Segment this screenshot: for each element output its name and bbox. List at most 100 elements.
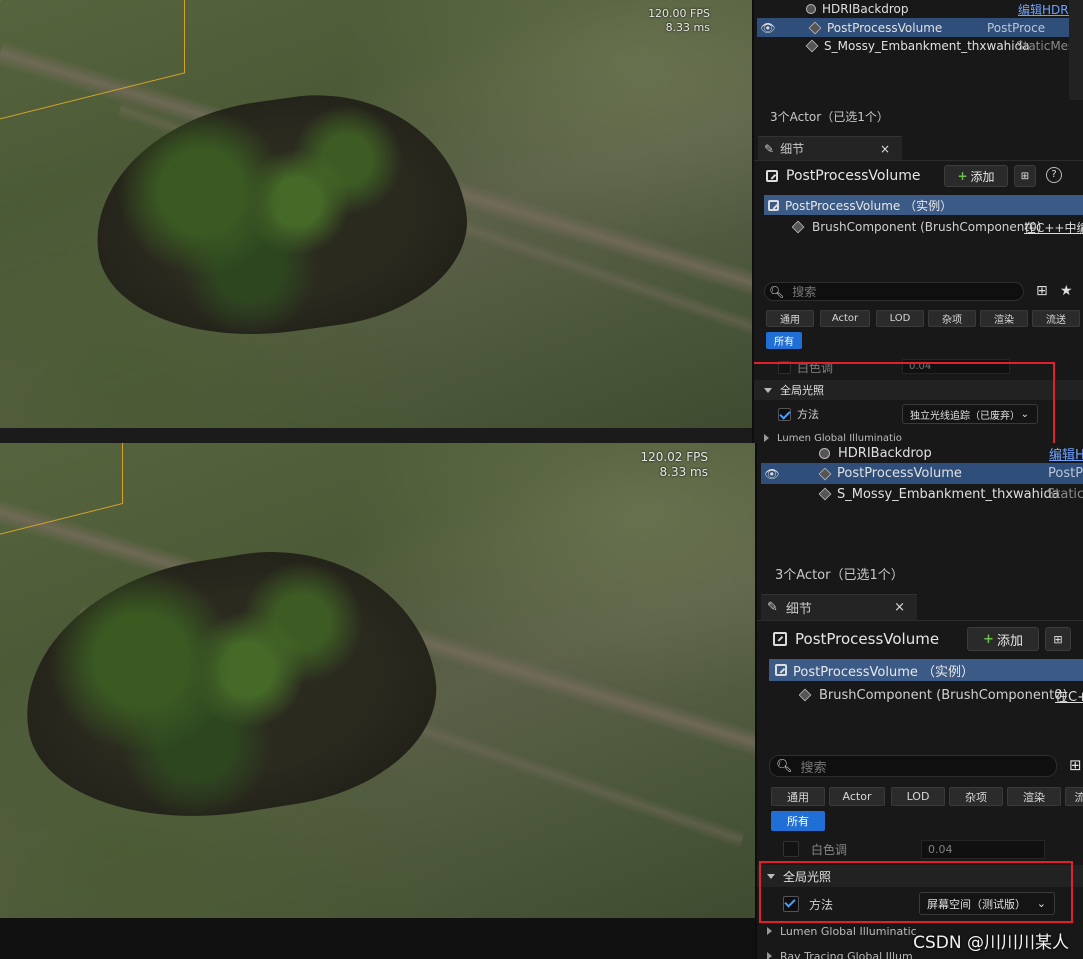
volume-icon bbox=[773, 632, 787, 646]
filter-all[interactable]: 所有 bbox=[771, 811, 825, 831]
viewport-bottom-bar bbox=[0, 918, 755, 959]
filter-general[interactable]: 通用 bbox=[766, 310, 814, 327]
actor-type-link[interactable]: 编辑H bbox=[1049, 444, 1083, 463]
frame-time: 8.33 ms bbox=[659, 465, 708, 479]
brush-component-label: BrushComponent (BrushComponent0) bbox=[819, 687, 1068, 703]
filter-actor[interactable]: Actor bbox=[820, 310, 870, 327]
filter-rendering[interactable]: 渲染 bbox=[1007, 787, 1061, 806]
actor-name: S_Mossy_Embankment_thxwahida bbox=[837, 486, 1060, 502]
bottom-screenshot: 120.02 FPS 8.33 ms HDRIBackdrop 编辑H 👁 Po… bbox=[0, 443, 1083, 959]
outliner-row-postprocess[interactable]: 👁 PostProcessVolume PostPr bbox=[761, 463, 1083, 484]
search-input[interactable]: 🔍︎ 搜索 bbox=[769, 755, 1057, 777]
highlight-box bbox=[754, 362, 1055, 443]
edit-in-cpp-link[interactable]: 在C++中编 bbox=[1024, 219, 1083, 236]
static-mesh-icon bbox=[818, 487, 832, 501]
fps-readout: 120.00 FPS 8.33 ms bbox=[620, 7, 710, 35]
outliner-scrollbar[interactable] bbox=[1069, 0, 1083, 100]
blueprint-icon[interactable]: ⊞ bbox=[1014, 165, 1036, 187]
filter-misc[interactable]: 杂项 bbox=[928, 310, 976, 327]
tab-details[interactable]: ✎ 细节 × bbox=[758, 136, 902, 160]
divider bbox=[757, 620, 1083, 621]
outliner-row-mesh[interactable]: S_Mossy_Embankment_thxwahida StaticM bbox=[757, 484, 1083, 504]
viewport-top[interactable]: 120.00 FPS 8.33 ms bbox=[0, 0, 752, 428]
frame-time: 8.33 ms bbox=[665, 21, 710, 34]
actor-name: HDRIBackdrop bbox=[822, 2, 909, 16]
star-icon[interactable]: ★ bbox=[1060, 283, 1073, 299]
sphere-actor-icon bbox=[819, 447, 830, 459]
highlight-box bbox=[759, 861, 1073, 923]
volume-icon bbox=[766, 170, 778, 182]
checkbox[interactable] bbox=[783, 841, 799, 857]
volume-icon bbox=[775, 664, 787, 676]
editor-panel-bottom: HDRIBackdrop 编辑H 👁 PostProcessVolume Pos… bbox=[755, 443, 1083, 959]
editor-panel-top: HDRIBackdrop 编辑HDRIB 👁 PostProcessVolume… bbox=[752, 0, 1083, 443]
component-root[interactable]: PostProcessVolume （实例） bbox=[769, 659, 1083, 681]
viewport-bottom[interactable]: 120.02 FPS 8.33 ms bbox=[0, 443, 755, 918]
category-label: Ray Tracing Global Illum bbox=[780, 949, 913, 959]
actor-name: S_Mossy_Embankment_thxwahida bbox=[824, 39, 1030, 53]
tab-label: 细节 bbox=[785, 602, 812, 617]
eye-icon[interactable]: 👁 bbox=[761, 467, 783, 481]
search-icon: 🔍︎ bbox=[776, 758, 793, 774]
mossy-rock-mesh[interactable] bbox=[6, 527, 452, 844]
filter-actor[interactable]: Actor bbox=[829, 787, 885, 806]
top-screenshot: 120.00 FPS 8.33 ms HDRIBackdrop 编辑HDRIB … bbox=[0, 0, 1083, 443]
help-icon[interactable]: ? bbox=[1046, 167, 1062, 183]
filter-streaming[interactable]: 流送 bbox=[1032, 310, 1080, 327]
grid-view-icon[interactable]: ⊞ bbox=[1069, 756, 1082, 774]
component-brush[interactable]: BrushComponent (BrushComponent0) 在C++中编 bbox=[792, 217, 1083, 237]
actor-name: PostProcessVolume bbox=[827, 20, 943, 35]
prop-label: 白色调 bbox=[811, 842, 848, 857]
plus-icon: + bbox=[957, 169, 968, 183]
filter-lod[interactable]: LOD bbox=[891, 787, 945, 806]
grid-view-icon[interactable]: ⊞ bbox=[1036, 283, 1048, 299]
viewport-bottom-bar bbox=[0, 428, 752, 443]
actor-type: PostProce bbox=[987, 20, 1046, 35]
filter-misc[interactable]: 杂项 bbox=[949, 787, 1003, 806]
outliner-row-postprocess[interactable]: 👁 PostProcessVolume PostProce bbox=[757, 18, 1069, 37]
actor-name: HDRIBackdrop bbox=[838, 445, 932, 461]
search-placeholder: 搜索 bbox=[792, 285, 817, 299]
filter-rendering[interactable]: 渲染 bbox=[980, 310, 1028, 327]
eye-icon[interactable]: 👁 bbox=[757, 21, 779, 35]
outliner-row-hdri[interactable]: HDRIBackdrop 编辑HDRIB bbox=[754, 0, 1083, 18]
divider bbox=[754, 160, 1083, 161]
csdn-watermark: CSDN @川川川某人 bbox=[913, 933, 1069, 953]
actor-type: PostPr bbox=[1048, 466, 1083, 481]
static-mesh-icon bbox=[805, 39, 819, 53]
white-tone-value[interactable]: 0.04 bbox=[921, 840, 1045, 859]
volume-actor-icon bbox=[808, 21, 822, 34]
pencil-icon: ✎ bbox=[767, 600, 778, 615]
instance-label: PostProcessVolume （实例） bbox=[785, 198, 953, 213]
edit-in-cpp-link[interactable]: 在C+ bbox=[1055, 686, 1083, 705]
actor-name: PostProcessVolume bbox=[837, 466, 962, 481]
pencil-icon: ✎ bbox=[764, 141, 775, 156]
tab-details[interactable]: ✎ 细节 × bbox=[761, 594, 917, 620]
tab-label: 细节 bbox=[780, 142, 805, 156]
expand-arrow-icon bbox=[767, 952, 772, 959]
add-label: 添加 bbox=[970, 169, 995, 184]
volume-actor-icon bbox=[818, 467, 832, 480]
blueprint-icon[interactable]: ⊞ bbox=[1045, 627, 1071, 651]
add-component-button[interactable]: + 添加 bbox=[967, 627, 1039, 651]
close-icon[interactable]: × bbox=[894, 600, 905, 615]
filter-streaming[interactable]: 流 bbox=[1065, 787, 1083, 806]
filter-lod[interactable]: LOD bbox=[876, 310, 924, 327]
filter-general[interactable]: 通用 bbox=[771, 787, 825, 806]
add-component-button[interactable]: + 添加 bbox=[944, 165, 1008, 187]
actor-count: 3个Actor（已选1个） bbox=[770, 110, 889, 124]
component-brush[interactable]: BrushComponent (BrushComponent0) 在C+ bbox=[799, 684, 1083, 706]
object-name: PostProcessVolume bbox=[786, 168, 921, 184]
expand-arrow-icon bbox=[767, 927, 772, 935]
outliner-row-mesh[interactable]: S_Mossy_Embankment_thxwahida StaticMesh bbox=[754, 37, 1083, 55]
instance-label: PostProcessVolume （实例） bbox=[793, 664, 974, 680]
component-root[interactable]: PostProcessVolume （实例） bbox=[764, 195, 1083, 215]
add-label: 添加 bbox=[996, 633, 1023, 649]
fps-value: 120.02 FPS bbox=[640, 450, 708, 464]
search-input[interactable]: 🔍︎ 搜索 bbox=[764, 282, 1024, 301]
sphere-actor-icon bbox=[806, 4, 816, 14]
actor-type: StaticM bbox=[1047, 486, 1083, 502]
outliner-row-hdri[interactable]: HDRIBackdrop 编辑H bbox=[757, 443, 1083, 463]
close-icon[interactable]: × bbox=[880, 142, 890, 156]
filter-all[interactable]: 所有 bbox=[766, 332, 802, 349]
